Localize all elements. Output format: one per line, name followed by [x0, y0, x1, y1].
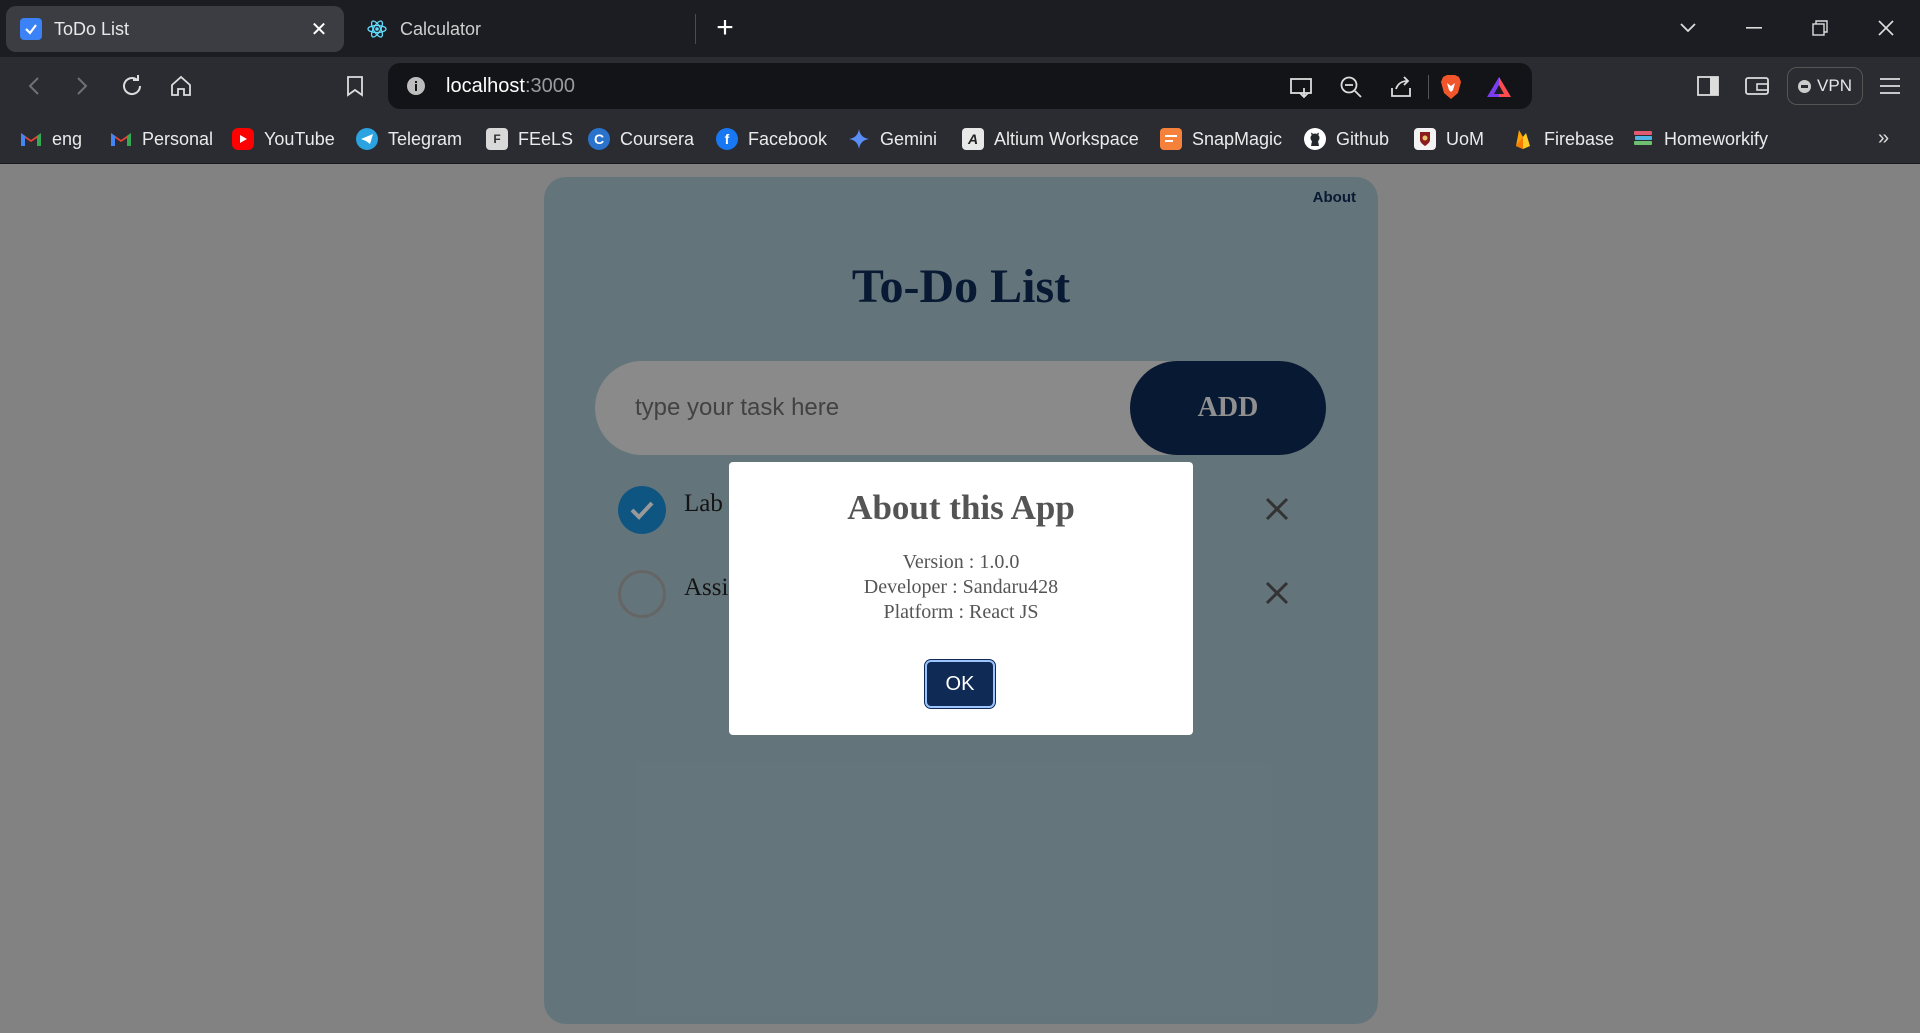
firebase-icon: [1512, 128, 1534, 150]
bookmark-label: FEeLS: [518, 128, 574, 149]
tab-search-chevron-icon[interactable]: [1668, 10, 1708, 46]
bookmark-label: UoM: [1446, 128, 1485, 149]
zoom-out-icon[interactable]: [1336, 72, 1366, 102]
minimize-icon[interactable]: [1734, 10, 1774, 46]
bookmark-label: Coursera: [620, 128, 695, 149]
close-tab-icon[interactable]: ✕: [306, 16, 332, 42]
bookmark-label: Facebook: [748, 128, 828, 149]
restore-icon[interactable]: [1800, 10, 1840, 46]
vpn-label: VPN: [1817, 76, 1852, 95]
ok-button[interactable]: OK: [925, 660, 995, 708]
bookmark-telegram[interactable]: Telegram: [356, 125, 462, 153]
tab-divider: [695, 14, 696, 44]
homeworkify-icon: [1632, 128, 1654, 150]
bookmark-label: Gemini: [880, 128, 938, 149]
bookmark-gemini[interactable]: Gemini: [848, 125, 937, 153]
bookmark-label: eng: [52, 128, 83, 149]
brave-rewards-icon[interactable]: [1484, 72, 1514, 102]
bookmark-personal[interactable]: Personal: [110, 125, 213, 153]
more-bookmarks-icon[interactable]: »: [1878, 127, 1889, 150]
bookmark-eng[interactable]: eng: [20, 125, 82, 153]
back-arrow-icon[interactable]: [16, 68, 52, 104]
close-window-icon[interactable]: [1866, 10, 1906, 46]
bookmark-github[interactable]: Github: [1304, 125, 1389, 153]
address-divider: [1428, 75, 1429, 99]
bookmark-label: Personal: [142, 128, 214, 149]
bookmark-facebook[interactable]: f Facebook: [716, 125, 827, 153]
telegram-icon: [356, 128, 378, 150]
bookmark-label: Altium Workspace: [994, 128, 1139, 149]
bookmark-label: Homeworkify: [1664, 128, 1769, 149]
forward-arrow-icon[interactable]: [64, 68, 100, 104]
url-port: :3000: [524, 75, 575, 97]
uom-icon: [1414, 128, 1436, 150]
home-icon[interactable]: [163, 68, 199, 104]
dialog-body: Version : 1.0.0 Developer : Sandaru428 P…: [729, 550, 1193, 625]
todo-favicon-icon: [20, 18, 42, 40]
cast-install-icon[interactable]: [1286, 72, 1316, 102]
url-text[interactable]: localhost:3000: [446, 75, 575, 98]
tab-calculator[interactable]: Calculator: [352, 6, 690, 52]
react-favicon-icon: [366, 18, 388, 40]
site-info-icon[interactable]: [406, 76, 426, 96]
vpn-status-icon: [1798, 79, 1812, 93]
tab-todo-list[interactable]: ToDo List ✕: [6, 6, 344, 52]
browser-toolbar: localhost:3000 VPN: [0, 57, 1920, 115]
bookmark-icon[interactable]: [337, 68, 373, 104]
coursera-icon: C: [588, 128, 610, 150]
bookmark-label: Github: [1336, 128, 1390, 149]
developer-text: Developer : Sandaru428: [863, 576, 1059, 598]
tab-title: Calculator: [400, 18, 482, 39]
bookmark-altium[interactable]: A Altium Workspace: [962, 125, 1139, 153]
bookmark-firebase[interactable]: Firebase: [1512, 125, 1614, 153]
bookmarks-bar: eng Personal YouTube Telegram F FEeLS C …: [0, 115, 1920, 164]
version-text: Version : 1.0.0: [902, 551, 1020, 573]
bookmark-snapmagic[interactable]: SnapMagic: [1160, 125, 1282, 153]
bookmark-uom[interactable]: UoM: [1414, 125, 1484, 153]
address-bar[interactable]: localhost:3000: [388, 63, 1532, 109]
snapmagic-icon: [1160, 128, 1182, 150]
facebook-icon: f: [716, 128, 738, 150]
bookmark-homeworkify[interactable]: Homeworkify: [1632, 125, 1768, 153]
gmail-icon: [20, 128, 42, 150]
gmail-icon: [110, 128, 132, 150]
new-tab-button[interactable]: +: [708, 12, 742, 46]
youtube-icon: [232, 128, 254, 150]
altium-icon: A: [962, 128, 984, 150]
platform-text: Platform : React JS: [883, 601, 1039, 623]
vpn-button[interactable]: VPN: [1787, 67, 1863, 105]
wallet-icon[interactable]: [1739, 68, 1775, 104]
about-dialog: About this App Version : 1.0.0 Developer…: [729, 462, 1193, 735]
brave-shields-icon[interactable]: [1436, 72, 1466, 102]
github-icon: [1304, 128, 1326, 150]
dialog-title: About this App: [847, 488, 1075, 527]
page-viewport: About To-Do List ADD Lab Assi About this…: [0, 164, 1920, 1033]
url-host: localhost: [446, 75, 525, 97]
bookmark-label: SnapMagic: [1192, 128, 1283, 149]
bookmark-label: Telegram: [388, 128, 463, 149]
bookmark-feels[interactable]: F FEeLS: [486, 125, 573, 153]
share-icon[interactable]: [1386, 72, 1416, 102]
tab-title: ToDo List: [54, 18, 130, 39]
tab-bar: ToDo List ✕ Calculator +: [0, 0, 1920, 57]
reload-icon[interactable]: [114, 68, 150, 104]
bookmark-label: Firebase: [1544, 128, 1615, 149]
bookmark-coursera[interactable]: C Coursera: [588, 125, 694, 153]
bookmark-label: YouTube: [264, 128, 335, 149]
sidebar-toggle-icon[interactable]: [1690, 68, 1726, 104]
menu-icon[interactable]: [1872, 68, 1908, 104]
feels-icon: F: [486, 128, 508, 150]
bookmark-youtube[interactable]: YouTube: [232, 125, 335, 153]
gemini-icon: [848, 128, 870, 150]
